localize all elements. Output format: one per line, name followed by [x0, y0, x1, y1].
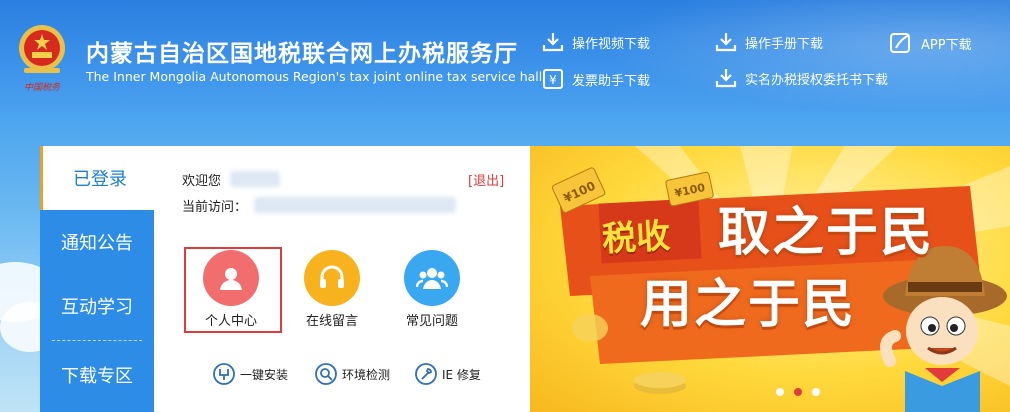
faq-button[interactable]: 常见问题: [380, 246, 484, 332]
svg-text:¥: ¥: [549, 73, 557, 87]
sidebar-item-downloads[interactable]: 下载专区: [40, 338, 154, 412]
site-title: 内蒙古自治区国地税联合网上办税服务厅: [86, 41, 518, 67]
online-message-label: 在线留言: [305, 314, 358, 329]
redacted-username: [230, 171, 280, 187]
banner-slogan-line2: 用之于民: [640, 275, 857, 335]
carousel-dot-3[interactable]: [812, 388, 820, 396]
person-icon: [203, 250, 259, 306]
headset-icon: [304, 250, 360, 306]
environment-check-label: 环境检测: [342, 367, 391, 382]
redacted-visit-info: [254, 197, 456, 213]
one-click-install-label: 一键安装: [240, 367, 289, 382]
app-download-link[interactable]: APP下载: [889, 32, 972, 54]
sidebar-item-logged-in[interactable]: 已登录: [40, 146, 157, 210]
header-glow: [600, 0, 1010, 112]
app-icon: [890, 33, 910, 53]
banner-badge-text: 税收: [601, 216, 672, 260]
search-icon: [315, 363, 337, 385]
banner-slogan-line1: 取之于民: [718, 203, 935, 263]
download-icon: [715, 33, 737, 52]
faq-label: 常见问题: [405, 314, 458, 329]
download-icon: [715, 69, 737, 88]
ie-repair-label: IE 修复: [442, 367, 481, 382]
online-message-button[interactable]: 在线留言: [280, 246, 384, 332]
national-emblem-icon: 中国税务: [19, 25, 65, 93]
manual-download-link[interactable]: 操作手册下载: [715, 32, 823, 52]
group-icon: [404, 250, 460, 306]
video-download-link[interactable]: 操作视频下载: [542, 32, 650, 52]
sidebar-divider: [52, 340, 142, 341]
one-click-install-button[interactable]: 一键安装: [212, 362, 288, 386]
sidebar-item-learning[interactable]: 互动学习: [40, 274, 154, 338]
wrench-icon: [415, 363, 437, 385]
app-download-label: APP下载: [921, 37, 972, 53]
personal-center-button[interactable]: 个人中心: [179, 246, 283, 332]
site-subtitle: The Inner Mongolia Autonomous Region's t…: [86, 69, 543, 84]
video-download-label: 操作视频下载: [572, 36, 651, 52]
invoice-icon: ¥: [543, 69, 563, 89]
logout-link[interactable]: [退出]: [468, 170, 504, 189]
install-icon: [213, 363, 235, 385]
authorization-download-label: 实名办税授权委托书下载: [745, 72, 889, 88]
carousel-dot-2[interactable]: [794, 388, 802, 396]
environment-check-button[interactable]: 环境检测: [314, 362, 390, 386]
invoice-helper-download-label: 发票助手下载: [572, 73, 651, 89]
manual-download-label: 操作手册下载: [745, 36, 824, 52]
current-visit-label: 当前访问：: [182, 200, 248, 215]
carousel-dot-1[interactable]: [776, 388, 784, 396]
download-icon: [542, 33, 564, 52]
welcome-label: 欢迎您: [182, 174, 222, 189]
emblem-caption: 中国税务: [24, 82, 61, 93]
personal-center-label: 个人中心: [204, 314, 257, 329]
authorization-download-link[interactable]: 实名办税授权委托书下载: [715, 68, 888, 88]
invoice-helper-download-link[interactable]: ¥ 发票助手下载: [542, 68, 650, 90]
sidebar-item-notices[interactable]: 通知公告: [40, 210, 154, 274]
ie-repair-button[interactable]: IE 修复: [414, 362, 481, 386]
